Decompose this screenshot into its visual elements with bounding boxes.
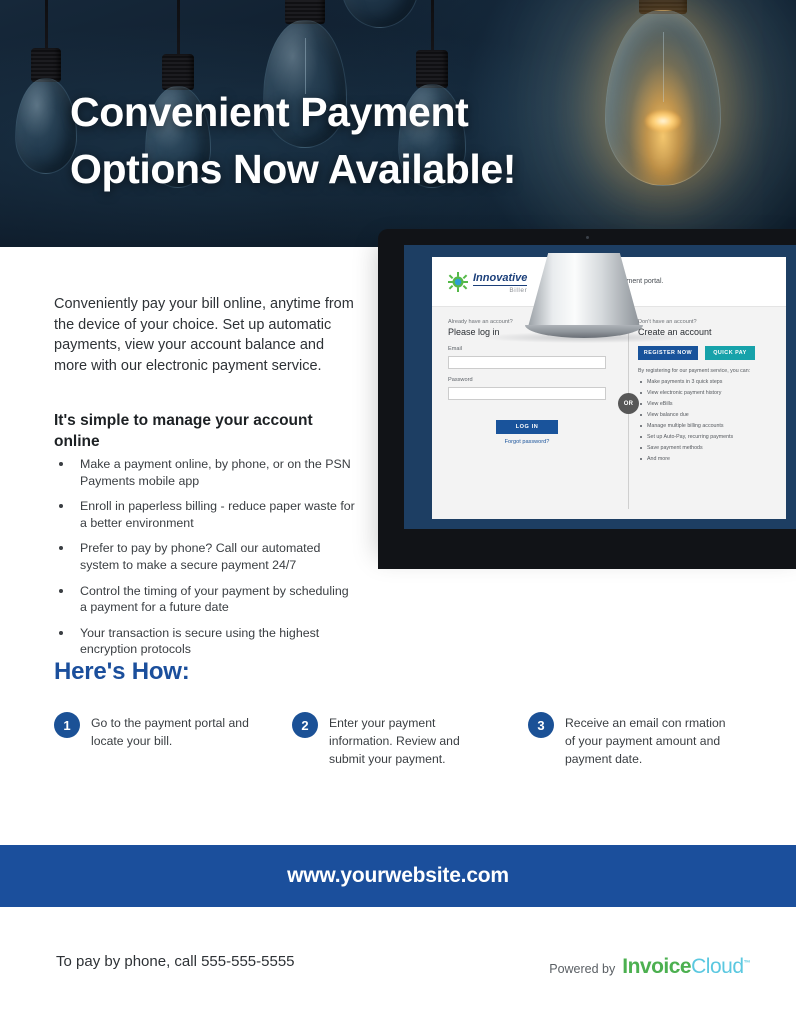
step-description: Receive an email con rmation of your pay… — [565, 716, 726, 767]
list-item: Make payments in 3 quick steps — [638, 379, 772, 385]
benefits-intro: By registering for our payment service, … — [638, 368, 751, 374]
monitor-shadow — [482, 332, 688, 343]
step-number-badge: 2 — [292, 712, 318, 738]
list-item: View balance due — [638, 412, 772, 418]
log-in-button[interactable]: LOG IN — [496, 420, 558, 434]
create-eyebrow: Don't have an account? — [638, 319, 697, 325]
sunburst-icon — [448, 271, 468, 292]
step-number-badge: 3 — [528, 712, 554, 738]
list-item: View electronic payment history — [638, 390, 772, 396]
list-item: Make a payment online, by phone, or on t… — [54, 456, 356, 489]
flyer-page: Convenient Payment Options Now Available… — [0, 0, 796, 1024]
step-description: Enter your payment information. Review a… — [329, 716, 460, 767]
list-item: Set up Auto-Pay, recurring payments — [638, 434, 772, 440]
step-number-badge: 1 — [54, 712, 80, 738]
list-item: And more — [638, 456, 772, 462]
feature-bullet-list: Make a payment online, by phone, or on t… — [54, 456, 356, 667]
monitor-bezel-bottom — [378, 545, 796, 569]
logo-name: Innovative — [473, 272, 528, 286]
phone-instruction: To pay by phone, call 555-555-5555 — [56, 953, 295, 970]
intro-paragraph: Conveniently pay your bill online, anyti… — [54, 296, 354, 375]
step-item: 2 Enter your payment information. Review… — [292, 712, 528, 768]
hero-banner: Convenient Payment Options Now Available… — [0, 0, 796, 247]
list-item: Enroll in paperless billing - reduce pap… — [54, 498, 356, 531]
heres-how-title: Here's How: — [54, 658, 190, 685]
register-now-button[interactable]: REGISTER NOW — [638, 346, 698, 360]
innovative-biller-logo: Innovative Biller — [448, 269, 528, 294]
logo-text: Innovative Biller — [473, 269, 528, 294]
password-input[interactable] — [448, 387, 606, 400]
invoicecloud-logo: InvoiceCloud™ — [622, 955, 750, 979]
email-input[interactable] — [448, 356, 606, 369]
website-bar: www.yourwebsite.com — [0, 845, 796, 907]
step-description: Go to the payment portal and locate your… — [91, 716, 249, 749]
website-url[interactable]: www.yourwebsite.com — [287, 864, 509, 888]
account-buttons: REGISTER NOW QUICK PAY — [638, 346, 772, 360]
powered-by-block: Powered by InvoiceCloud™ — [549, 955, 750, 979]
steps-row: 1 Go to the payment portal and locate yo… — [54, 712, 754, 768]
quick-pay-button[interactable]: QUICK PAY — [705, 346, 755, 360]
trademark-symbol: ™ — [743, 960, 751, 967]
list-item: Control the timing of your payment by sc… — [54, 583, 356, 616]
create-account-column: Don't have an account? Create an account… — [616, 319, 772, 519]
list-item: Manage multiple billing accounts — [638, 423, 772, 429]
list-item: Save payment methods — [638, 445, 772, 451]
or-badge: OR — [618, 393, 639, 414]
step-item: 3 Receive an email con rmation of your p… — [528, 712, 754, 768]
logo-subtitle: Biller — [509, 286, 528, 294]
monitor-mockup: Innovative Biller Welcome to our secure … — [378, 229, 796, 569]
step-item: 1 Go to the payment portal and locate yo… — [54, 712, 292, 768]
invoicecloud-logo-second: Cloud — [691, 955, 744, 978]
webcam-icon — [585, 236, 589, 239]
forgot-password-link[interactable]: Forgot password? — [448, 439, 606, 445]
list-item: Your transaction is secure using the hig… — [54, 625, 356, 658]
invoicecloud-logo-first: Invoice — [622, 955, 692, 978]
login-column: Already have an account? Please log in E… — [448, 319, 616, 519]
section-subheading: It's simple to manage your account onlin… — [54, 412, 313, 451]
hero-title-line-2: Options Now Available! — [70, 145, 517, 192]
email-label: Email — [448, 346, 462, 352]
password-label: Password — [448, 377, 473, 383]
hero-title-line-1: Convenient Payment — [70, 89, 469, 135]
powered-by-label: Powered by — [549, 962, 616, 976]
list-item: Prefer to pay by phone? Call our automat… — [54, 540, 356, 573]
page-title: Convenient Payment Options Now Available… — [70, 84, 710, 197]
list-item: View eBills — [638, 401, 772, 407]
benefits-list: Make payments in 3 quick steps View elec… — [638, 379, 772, 462]
